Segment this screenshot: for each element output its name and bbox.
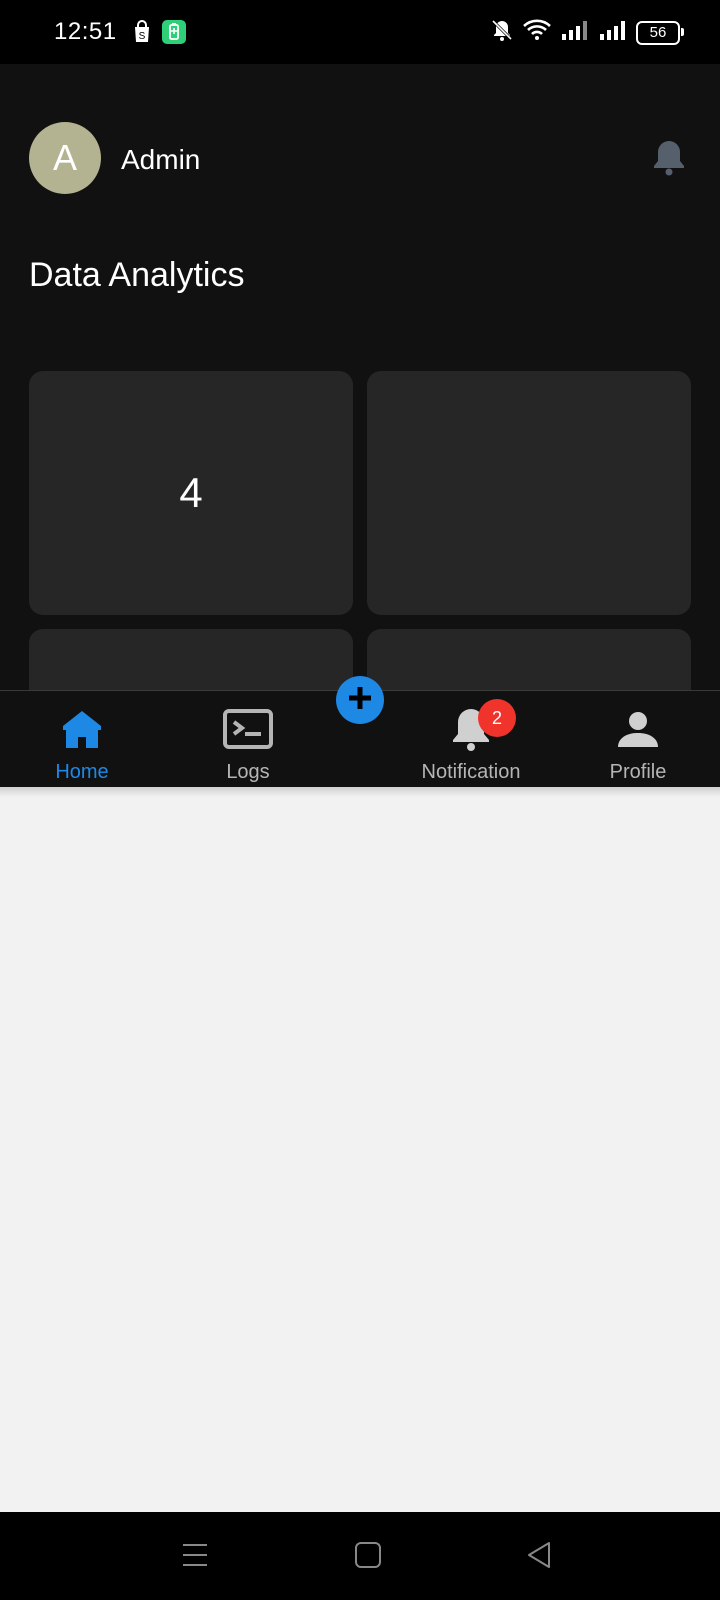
nav-label-home: Home (55, 761, 109, 783)
status-bar: 12:51 S 56 (0, 0, 720, 64)
nav-item-home[interactable]: Home (32, 691, 132, 788)
back-triangle-icon[interactable] (524, 1540, 554, 1575)
status-time: 12:51 (54, 18, 117, 45)
notification-badge: 2 (478, 699, 516, 737)
signal-icon (598, 18, 628, 47)
person-icon (616, 705, 660, 753)
nav-item-notification[interactable]: 2 Notification (406, 691, 536, 788)
analytics-card[interactable]: 4 (29, 371, 353, 615)
nav-item-logs[interactable]: Logs (198, 691, 298, 788)
nav-label-logs: Logs (226, 761, 270, 783)
plus-icon (346, 684, 374, 717)
mute-icon (490, 18, 514, 47)
add-button[interactable] (336, 676, 384, 724)
avatar[interactable]: A (29, 122, 101, 194)
status-right-icons: 56 (490, 18, 684, 47)
nav-label-notification: Notification (421, 761, 521, 783)
home-icon (60, 705, 104, 753)
status-left-icons: S (132, 20, 186, 49)
signal-icon (560, 18, 590, 47)
terminal-icon (223, 705, 273, 753)
menu-icon[interactable] (180, 1540, 210, 1575)
system-nav-bar (0, 1512, 720, 1600)
bell-icon[interactable] (652, 138, 686, 181)
shopping-bag-icon: S (132, 20, 152, 49)
battery-icon: 56 (636, 20, 684, 45)
user-name: Admin (121, 144, 201, 175)
home-square-icon[interactable] (353, 1540, 383, 1575)
page-title: Data Analytics (29, 256, 245, 294)
wifi-icon (522, 18, 552, 47)
nav-label-profile: Profile (609, 761, 667, 783)
battery-saver-icon (162, 20, 186, 49)
nav-item-profile[interactable]: Profile (588, 691, 688, 788)
analytics-card[interactable] (367, 371, 691, 615)
nav-shadow (0, 787, 720, 797)
svg-text:S: S (139, 31, 146, 42)
